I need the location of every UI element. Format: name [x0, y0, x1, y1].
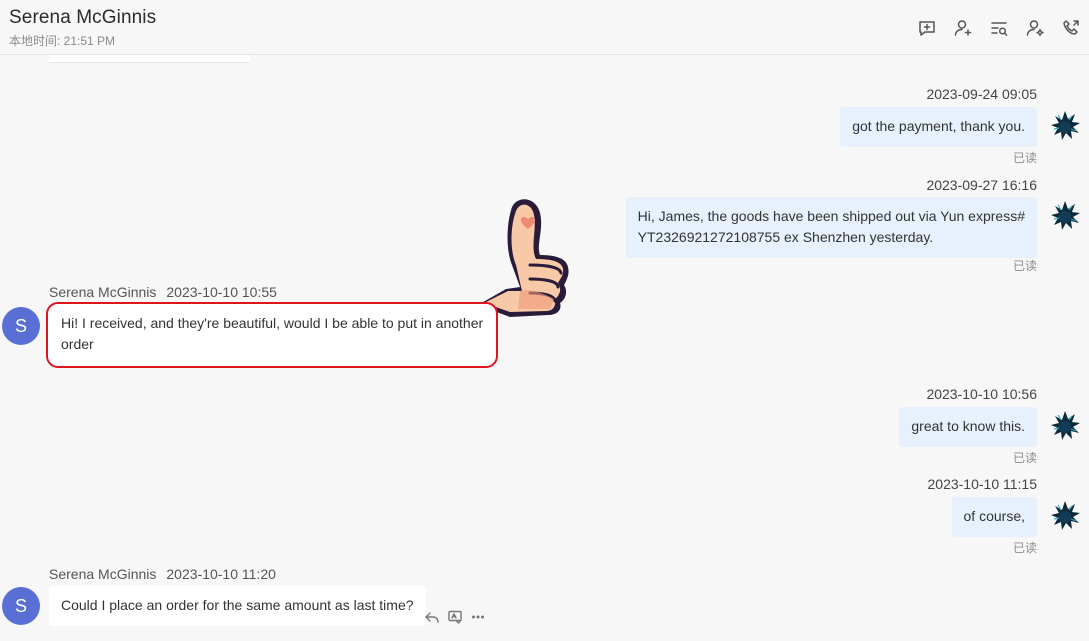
sender-name: Serena McGinnis	[49, 284, 157, 300]
message-meta: Serena McGinnis 2023-10-10 11:20	[49, 566, 276, 582]
thumbs-up-sticker	[478, 199, 569, 317]
message-text: got the payment, thank you.	[852, 118, 1025, 134]
incoming-message-bubble[interactable]: Hi! I received, and they're beautiful, w…	[46, 302, 499, 368]
add-user-button[interactable]	[945, 17, 981, 39]
message-text-line: YT2326921272108755 ex Shenzhen yesterday…	[637, 229, 934, 245]
my-avatar[interactable]	[1046, 497, 1084, 535]
contact-name: Serena McGinnis	[9, 7, 157, 28]
outgoing-message-bubble[interactable]: Hi, James, the goods have been shipped o…	[625, 197, 1037, 258]
message-timestamp: 2023-10-10 11:20	[166, 566, 276, 582]
header-toolbar	[909, 17, 1089, 39]
contact-avatar[interactable]: S	[2, 587, 40, 625]
add-comment-button[interactable]	[909, 17, 945, 39]
message-text-line: order	[61, 336, 94, 352]
add-comment-icon	[919, 21, 935, 36]
translate-icon	[448, 610, 462, 624]
read-status: 已读	[1012, 541, 1037, 555]
outgoing-message-bubble[interactable]: got the payment, thank you.	[840, 107, 1037, 147]
reply-icon	[425, 612, 439, 623]
message-timestamp: 2023-09-27 16:16	[926, 177, 1037, 193]
previous-message-edge	[49, 55, 250, 63]
call-icon	[1063, 20, 1079, 35]
search-messages-icon	[991, 22, 1008, 36]
contact-avatar[interactable]: S	[2, 307, 40, 345]
translate-button[interactable]	[444, 608, 466, 626]
add-user-icon	[954, 20, 972, 36]
message-list[interactable]: 2023-09-24 09:05 got the payment, thank …	[0, 55, 1089, 641]
message-timestamp: 2023-10-10 10:56	[926, 386, 1037, 402]
chat-header: Serena McGinnis 本地时间: 21:51 PM	[0, 0, 1089, 55]
message-text: Could I place an order for the same amou…	[61, 597, 414, 613]
message-actions	[421, 608, 489, 626]
my-avatar[interactable]	[1046, 407, 1084, 445]
message-timestamp: 2023-09-24 09:05	[926, 86, 1037, 102]
search-messages-button[interactable]	[981, 17, 1017, 39]
my-avatar[interactable]	[1046, 107, 1084, 145]
outgoing-message-bubble[interactable]: of course,	[951, 497, 1037, 537]
read-status: 已读	[1012, 259, 1037, 273]
message-text: great to know this.	[911, 418, 1025, 434]
message-timestamp: 2023-10-10 10:55	[166, 284, 277, 300]
my-avatar[interactable]	[1046, 197, 1084, 235]
message-text-line: Hi, James, the goods have been shipped o…	[637, 208, 1025, 224]
more-icon	[472, 615, 484, 619]
reply-button[interactable]	[421, 608, 443, 626]
more-actions-button[interactable]	[467, 608, 489, 626]
user-settings-icon	[1026, 20, 1044, 37]
user-settings-button[interactable]	[1017, 17, 1053, 39]
read-status: 已读	[1012, 151, 1037, 165]
message-meta: Serena McGinnis 2023-10-10 10:55	[49, 284, 277, 300]
read-status: 已读	[1012, 451, 1037, 465]
incoming-message-bubble[interactable]: Could I place an order for the same amou…	[49, 586, 426, 626]
message-timestamp: 2023-10-10 11:15	[927, 476, 1038, 492]
outgoing-message-bubble[interactable]: great to know this.	[899, 407, 1037, 447]
sender-name: Serena McGinnis	[49, 566, 157, 582]
contact-local-time: 本地时间: 21:51 PM	[9, 34, 116, 48]
call-button[interactable]	[1053, 17, 1089, 39]
message-text-line: Hi! I received, and they're beautiful, w…	[61, 315, 484, 331]
message-text: of course,	[963, 508, 1025, 524]
